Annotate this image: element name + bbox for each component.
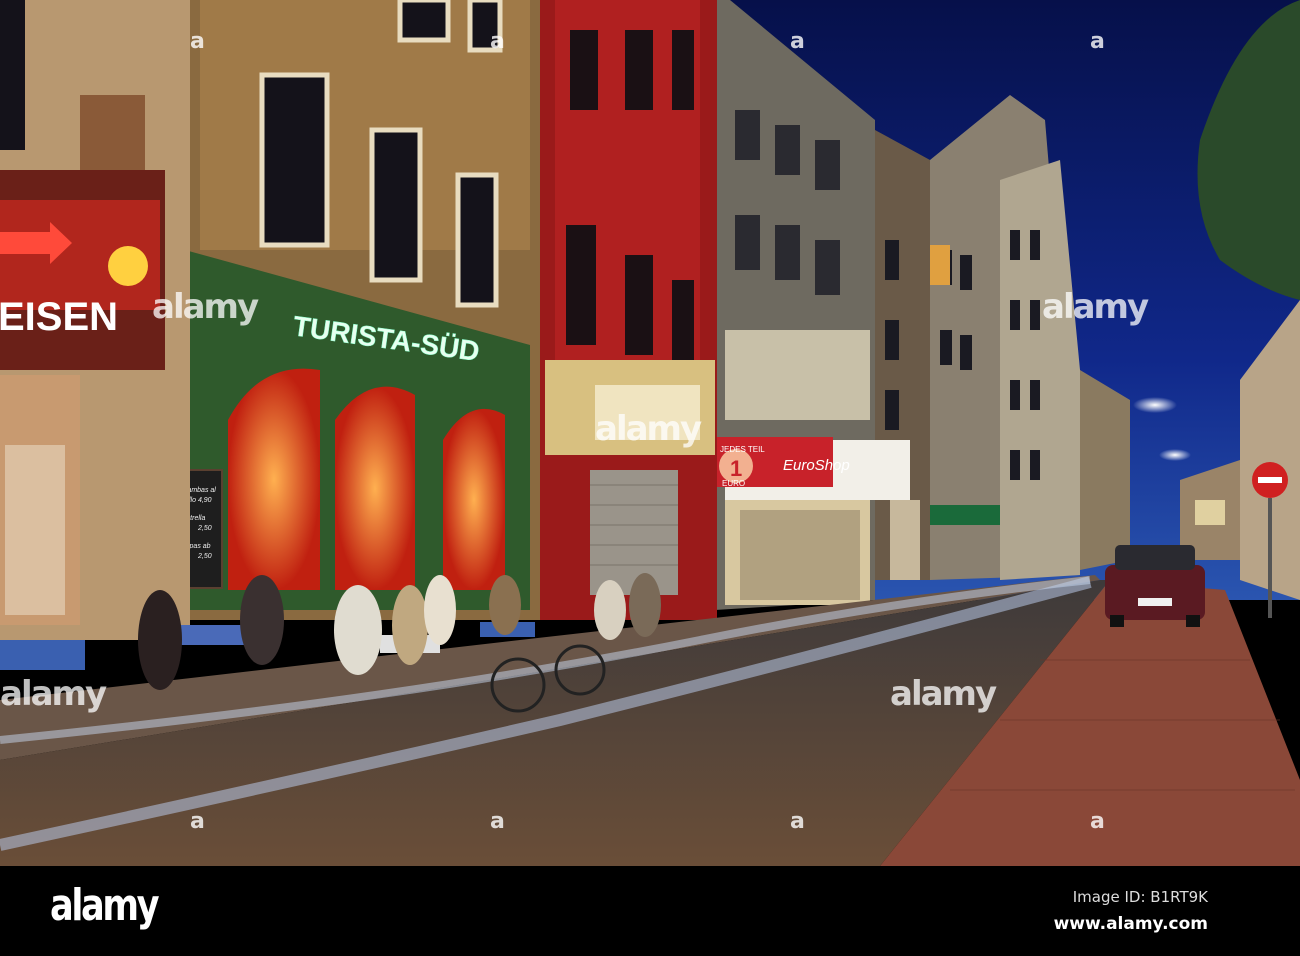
parked-car bbox=[1105, 545, 1205, 627]
arched-window bbox=[443, 408, 505, 590]
svg-text:a: a bbox=[490, 29, 505, 54]
sign-one: 1 bbox=[730, 456, 742, 481]
wall-lamp bbox=[108, 246, 148, 286]
svg-text:a: a bbox=[790, 29, 805, 54]
svg-text:alamy: alamy bbox=[890, 674, 997, 714]
svg-text:alamy: alamy bbox=[595, 409, 702, 449]
sign-euro: EURO bbox=[722, 479, 745, 488]
image-id: Image ID: B1RT9K bbox=[1072, 888, 1208, 906]
rolling-shutter bbox=[590, 470, 678, 595]
svg-text:alamy: alamy bbox=[1042, 287, 1149, 327]
svg-text:a: a bbox=[490, 809, 505, 834]
sign-jedes-teil: JEDES TEIL bbox=[720, 445, 765, 454]
svg-text:a: a bbox=[190, 29, 205, 54]
footer-bar: alamy Image ID: B1RT9K www.alamy.com bbox=[0, 866, 1300, 956]
svg-text:alamy: alamy bbox=[152, 287, 259, 327]
sign-eisen: EISEN bbox=[0, 295, 118, 339]
svg-text:a: a bbox=[1090, 29, 1105, 54]
site-url[interactable]: www.alamy.com bbox=[1054, 914, 1208, 934]
svg-text:alamy: alamy bbox=[0, 674, 107, 714]
alamy-logo[interactable]: alamy bbox=[50, 880, 160, 931]
svg-text:2,50: 2,50 bbox=[197, 553, 212, 560]
svg-text:2,50: 2,50 bbox=[197, 525, 212, 532]
svg-text:a: a bbox=[190, 809, 205, 834]
receding-buildings bbox=[875, 95, 1080, 580]
sign-euroshop: EuroShop bbox=[783, 457, 850, 474]
svg-text:a: a bbox=[1090, 809, 1105, 834]
svg-text:a: a bbox=[790, 809, 805, 834]
arched-window bbox=[228, 368, 320, 590]
street-photo: JEDES TEIL 1 EURO EuroShop TURISTA-SÜD G… bbox=[0, 0, 1300, 866]
arched-window bbox=[335, 386, 415, 590]
building-red bbox=[535, 0, 717, 620]
